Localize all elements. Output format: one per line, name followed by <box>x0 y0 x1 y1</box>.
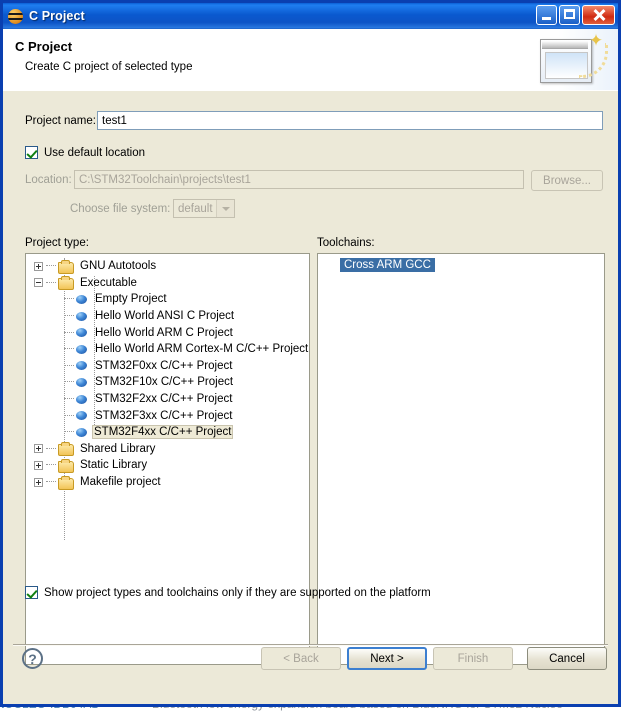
use-default-location-checkbox[interactable] <box>25 146 38 159</box>
minimize-button[interactable] <box>536 5 557 25</box>
file-system-value: default <box>178 202 213 215</box>
tree-node-label: STM32F2xx C/C++ Project <box>95 393 233 406</box>
tree-node-label: Hello World ARM Cortex-M C/C++ Project <box>95 343 309 356</box>
use-default-location-row[interactable]: Use default location <box>25 146 145 159</box>
close-button[interactable] <box>582 5 615 25</box>
toolchain-item[interactable]: Cross ARM GCC <box>340 258 435 272</box>
tree-node[interactable]: Hello World ARM C Project <box>26 324 309 341</box>
tree-node-label: Empty Project <box>95 293 167 306</box>
project-name-row: Project name: <box>25 115 96 127</box>
project-name-label: Project name: <box>25 115 96 127</box>
wizard-header: C Project Create C project of selected t… <box>3 29 618 92</box>
tree-node[interactable]: STM32F2xx C/C++ Project <box>26 391 309 408</box>
back-button: < Back <box>261 647 341 670</box>
file-system-row: Choose file system: <box>70 203 170 215</box>
help-question-icon[interactable]: ? <box>22 648 43 669</box>
folder-icon <box>58 458 74 473</box>
window-controls <box>536 5 615 25</box>
maximize-button[interactable] <box>559 5 580 25</box>
project-template-icon <box>76 377 87 387</box>
project-type-tree[interactable]: GNU Autotools Executable Empty Project Hell… <box>25 253 310 665</box>
expand-icon[interactable] <box>34 460 43 470</box>
tree-node[interactable]: GNU Autotools <box>26 258 309 275</box>
project-template-icon <box>76 427 87 437</box>
collapse-icon[interactable] <box>34 278 43 288</box>
tree-node-label: Static Library <box>80 459 148 472</box>
tree-node[interactable]: Hello World ANSI C Project <box>26 308 309 325</box>
tree-node-label: Makefile project <box>80 476 161 489</box>
tree-node[interactable]: STM32F0xx C/C++ Project <box>26 358 309 375</box>
wizard-body: Project name: Use default location Locat… <box>3 91 618 665</box>
expand-icon[interactable] <box>34 477 43 487</box>
project-template-icon <box>76 311 87 321</box>
tree-node-label: Hello World ANSI C Project <box>95 310 235 323</box>
eclipse-circle-icon <box>8 8 23 24</box>
file-system-select[interactable]: default <box>173 199 235 218</box>
tree-node-label: GNU Autotools <box>80 260 157 273</box>
tree-node[interactable]: Executable <box>26 275 309 292</box>
project-template-icon <box>76 328 87 338</box>
tree-node[interactable]: STM32F10x C/C++ Project <box>26 374 309 391</box>
finish-button: Finish <box>433 647 513 670</box>
page-title: C Project <box>15 39 73 54</box>
tree-node-label: STM32F4xx C/C++ Project <box>92 425 234 440</box>
tree-node[interactable]: Static Library <box>26 457 309 474</box>
title-bar[interactable]: C Project <box>3 3 618 29</box>
toolchains-label: Toolchains: <box>317 237 375 249</box>
folder-icon <box>58 442 74 457</box>
expand-icon[interactable] <box>34 261 43 271</box>
folder-icon <box>58 259 74 274</box>
tree-node[interactable]: STM32F3xx C/C++ Project <box>26 407 309 424</box>
show-supported-checkbox[interactable] <box>25 586 38 599</box>
project-template-icon <box>76 294 87 304</box>
new-window-wizard-icon: ✦ <box>526 29 618 90</box>
wizard-button-row: < Back Next > Finish Cancel <box>261 647 607 670</box>
file-system-label: Choose file system: <box>70 203 171 215</box>
project-template-icon <box>76 361 87 371</box>
location-label: Location: <box>25 174 72 186</box>
tree-node[interactable]: Empty Project <box>26 291 309 308</box>
toolchains-list[interactable]: Cross ARM GCC <box>317 253 605 665</box>
expand-icon[interactable] <box>34 444 43 454</box>
tree-node-label: STM32F0xx C/C++ Project <box>95 359 233 372</box>
tree-node-label: Shared Library <box>80 442 156 455</box>
project-template-icon <box>76 411 87 421</box>
show-supported-label: Show project types and toolchains only i… <box>44 586 431 599</box>
folder-icon <box>58 475 74 490</box>
tree-node-label: Executable <box>80 276 137 289</box>
tree-node[interactable]: STM32F4xx C/C++ Project <box>26 424 309 441</box>
tree-node[interactable]: Hello World ARM Cortex-M C/C++ Project <box>26 341 309 358</box>
footer-divider-highlight <box>13 645 608 646</box>
project-template-icon <box>76 344 87 354</box>
location-row: Location: <box>25 174 72 186</box>
c-project-dialog: C Project C Project Create C project of … <box>0 0 621 707</box>
use-default-location-label: Use default location <box>44 146 146 159</box>
chevron-down-icon[interactable] <box>216 200 234 217</box>
next-button[interactable]: Next > <box>347 647 427 670</box>
tree-node[interactable]: Shared Library <box>26 441 309 458</box>
page-subtitle: Create C project of selected type <box>25 61 193 73</box>
window-title: C Project <box>29 9 85 23</box>
project-type-label: Project type: <box>25 237 89 249</box>
tree-node-label: STM32F10x C/C++ Project <box>95 376 234 389</box>
project-template-icon <box>76 394 87 404</box>
tree-node-label: Hello World ARM C Project <box>95 326 233 339</box>
tree-node[interactable]: Makefile project <box>26 474 309 491</box>
project-name-input[interactable] <box>97 111 603 130</box>
cancel-button[interactable]: Cancel <box>527 647 607 670</box>
location-input[interactable] <box>74 170 524 189</box>
tree-node-list: GNU Autotools Executable Empty Project Hell… <box>26 254 309 490</box>
show-supported-row[interactable]: Show project types and toolchains only i… <box>25 586 431 599</box>
folder-icon <box>58 276 74 291</box>
tree-node-label: STM32F3xx C/C++ Project <box>95 409 233 422</box>
browse-button[interactable]: Browse... <box>531 170 603 191</box>
